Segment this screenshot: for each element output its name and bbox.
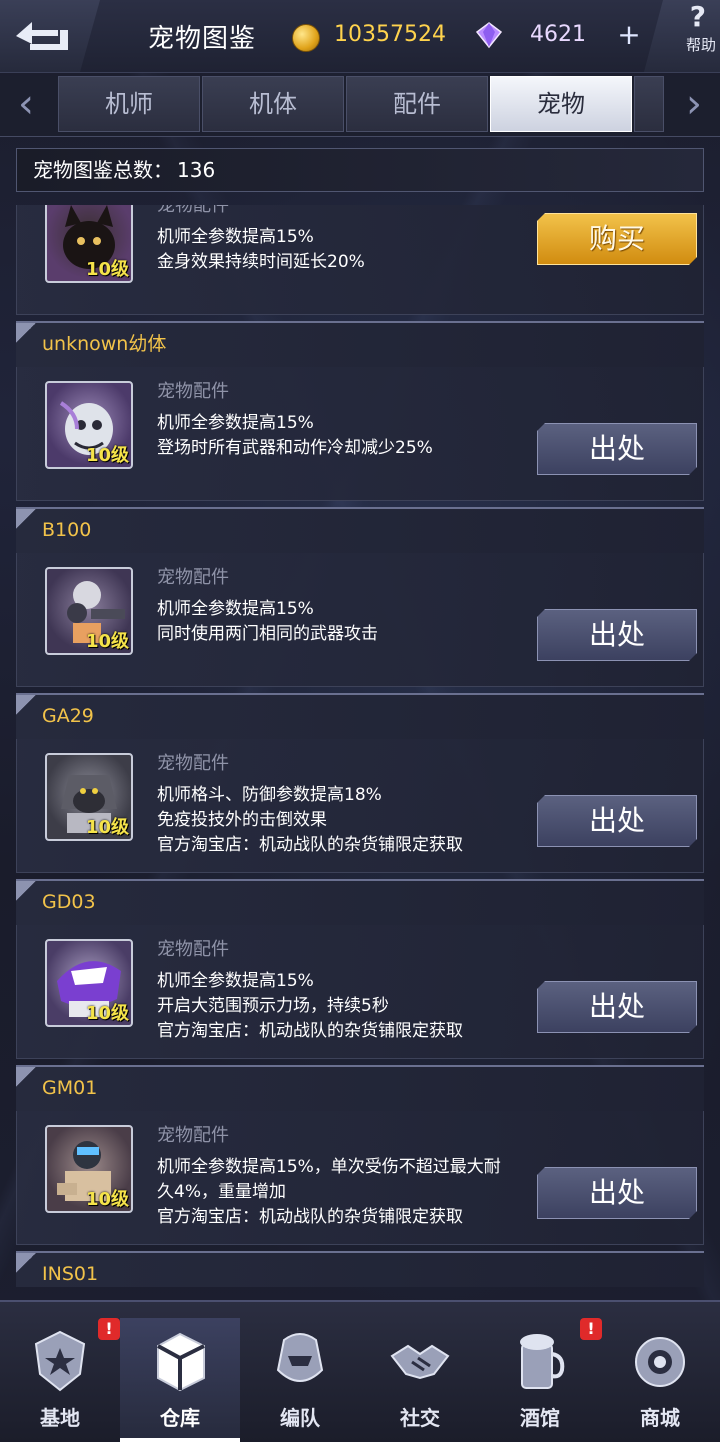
page-title: 宠物图鉴 xyxy=(148,24,257,54)
tab-overflow xyxy=(634,76,664,132)
pet-name: unknown幼体 xyxy=(16,321,704,367)
back-arrow-icon xyxy=(16,22,68,50)
nav-label: 仓库 xyxy=(160,1406,200,1430)
pet-level: 10级 xyxy=(85,817,129,838)
notification-badge: ! xyxy=(98,1318,120,1340)
buy-button[interactable]: 购买 xyxy=(537,213,697,265)
gem-icon xyxy=(475,22,503,49)
pet-name: GA29 xyxy=(16,693,704,739)
help-label: 帮助 xyxy=(685,36,716,54)
gem-balance: 4621 xyxy=(530,22,586,47)
pet-portrait: 10级 xyxy=(45,1125,133,1213)
tab-parts[interactable]: 配件 xyxy=(346,76,488,132)
total-label: 宠物图鉴总数： xyxy=(33,158,173,182)
pet-level: 10级 xyxy=(85,1003,129,1024)
source-button[interactable]: 出处 xyxy=(537,1167,697,1219)
help-icon: ? xyxy=(689,0,706,33)
source-button[interactable]: 出处 xyxy=(537,981,697,1033)
tab-next-arrow-icon[interactable]: › xyxy=(668,76,720,134)
pet-description: 机师格斗、防御参数提高18% 免疫投技外的击倒效果 官方淘宝店：机动战队的杂货铺… xyxy=(157,785,463,855)
coin-icon xyxy=(292,24,320,52)
nav-label: 编队 xyxy=(280,1406,320,1430)
handshake-icon xyxy=(390,1344,450,1380)
pet-type: 宠物配件 xyxy=(157,753,229,774)
pet-type: 宠物配件 xyxy=(157,381,229,402)
nav-label: 社交 xyxy=(400,1406,440,1430)
pet-portrait: 10级 xyxy=(45,753,133,841)
pet-card-body: 10级 宠物配件 机师全参数提高15% 金身效果持续时间延长20% 购买 xyxy=(16,205,704,315)
pet-description: 机师全参数提高15% 同时使用两门相同的武器攻击 xyxy=(157,599,378,644)
pet-type: 宠物配件 xyxy=(157,1125,229,1146)
pet-card: GA29 10级 宠物配件 机师格斗、防御参数提高18% 免疫投技外的击倒效果 … xyxy=(16,693,704,873)
source-button[interactable]: 出处 xyxy=(537,795,697,847)
pet-description: 机师全参数提高15% 开启大范围预示力场，持续5秒 官方淘宝店：机动战队的杂货铺… xyxy=(157,971,463,1041)
pet-portrait: 10级 xyxy=(45,381,133,469)
nav-label: 酒馆 xyxy=(520,1406,560,1430)
shop-icon xyxy=(635,1337,685,1387)
pet-description: 机师全参数提高15% 金身效果持续时间延长20% xyxy=(157,227,365,272)
tab-pets[interactable]: 宠物 xyxy=(490,76,632,132)
pet-description: 机师全参数提高15%，单次受伤不超过最大耐 久4%，重量增加 官方淘宝店：机动战… xyxy=(157,1157,501,1227)
pet-name: GM01 xyxy=(16,1065,704,1111)
pet-card: INS01 xyxy=(16,1251,704,1287)
pet-card: B100 10级 宠物配件 机师全参数提高15% 同时使用两门相同的武器攻击 出… xyxy=(16,507,704,687)
pet-card-body: 10级 宠物配件 机师全参数提高15% 同时使用两门相同的武器攻击 出处 xyxy=(16,553,704,687)
pet-list[interactable]: 10级 宠物配件 机师全参数提高15% 金身效果持续时间延长20% 购买 unk… xyxy=(0,205,720,1287)
pet-portrait: 10级 xyxy=(45,567,133,655)
pet-card-body: 10级 宠物配件 机师全参数提高15% 开启大范围预示力场，持续5秒 官方淘宝店… xyxy=(16,925,704,1059)
pet-description: 机师全参数提高15% 登场时所有武器和动作冷却减少25% xyxy=(157,413,433,458)
pet-type: 宠物配件 xyxy=(157,939,229,960)
pet-card: unknown幼体 10级 宠物配件 机师全参数提高15% 登场时所有武器和动作… xyxy=(16,321,704,501)
pet-card: GM01 10级 宠物配件 机师全参数提高15%，单次受伤不超过最大耐 久4%，… xyxy=(16,1065,704,1245)
pet-name: INS01 xyxy=(16,1251,704,1287)
base-icon xyxy=(34,1330,86,1392)
active-indicator xyxy=(120,1438,240,1442)
tavern-icon xyxy=(520,1334,565,1389)
nav-label: 商城 xyxy=(640,1406,680,1430)
collection-total: 宠物图鉴总数： 136 xyxy=(16,148,704,192)
nav-base[interactable]: ! 基地 xyxy=(0,1318,120,1442)
warehouse-icon xyxy=(157,1332,205,1392)
tab-mech[interactable]: 机体 xyxy=(202,76,344,132)
pet-card-body: 10级 宠物配件 机师格斗、防御参数提高18% 免疫投技外的击倒效果 官方淘宝店… xyxy=(16,739,704,873)
pet-level: 10级 xyxy=(85,631,129,652)
bottom-navigation: ! 基地 仓库 编队 社交 ! 酒馆 商城 xyxy=(0,1300,720,1442)
pet-card-body: 10级 宠物配件 机师全参数提高15%，单次受伤不超过最大耐 久4%，重量增加 … xyxy=(16,1111,704,1245)
nav-warehouse[interactable]: 仓库 xyxy=(120,1318,240,1442)
source-button[interactable]: 出处 xyxy=(537,423,697,475)
back-button[interactable] xyxy=(0,0,100,72)
help-button[interactable]: ? 帮助 xyxy=(644,0,720,72)
nav-squad[interactable]: 编队 xyxy=(240,1318,360,1442)
tab-prev-arrow-icon[interactable]: ‹ xyxy=(0,76,52,134)
pet-type: 宠物配件 xyxy=(157,205,229,216)
top-bar: 宠物图鉴 10357524 4621 + ? 帮助 xyxy=(0,0,720,73)
nav-label: 基地 xyxy=(40,1406,80,1430)
total-count: 136 xyxy=(177,158,216,182)
tab-pilot[interactable]: 机师 xyxy=(58,76,200,132)
pet-card: GD03 10级 宠物配件 机师全参数提高15% 开启大范围预示力场，持续5秒 … xyxy=(16,879,704,1059)
pet-card-body: 10级 宠物配件 机师全参数提高15% 登场时所有武器和动作冷却减少25% 出处 xyxy=(16,367,704,501)
pet-level: 10级 xyxy=(85,445,129,466)
pet-name: GD03 xyxy=(16,879,704,925)
pet-name: B100 xyxy=(16,507,704,553)
nav-shop[interactable]: 商城 xyxy=(600,1318,720,1442)
nav-tavern[interactable]: ! 酒馆 xyxy=(480,1318,602,1442)
category-tabs: ‹ 机师 机体 配件 宠物 › xyxy=(0,76,720,137)
pet-portrait: 10级 xyxy=(45,939,133,1027)
coin-balance: 10357524 xyxy=(334,22,446,47)
notification-badge: ! xyxy=(580,1318,602,1340)
pet-level: 10级 xyxy=(85,1189,129,1210)
pet-portrait: 10级 xyxy=(45,205,133,283)
nav-social[interactable]: 社交 xyxy=(360,1318,480,1442)
squad-icon xyxy=(276,1333,324,1382)
add-gems-button[interactable]: + xyxy=(616,21,642,50)
pet-level: 10级 xyxy=(85,259,129,280)
pet-type: 宠物配件 xyxy=(157,567,229,588)
source-button[interactable]: 出处 xyxy=(537,609,697,661)
pet-card: 10级 宠物配件 机师全参数提高15% 金身效果持续时间延长20% 购买 xyxy=(16,205,704,315)
